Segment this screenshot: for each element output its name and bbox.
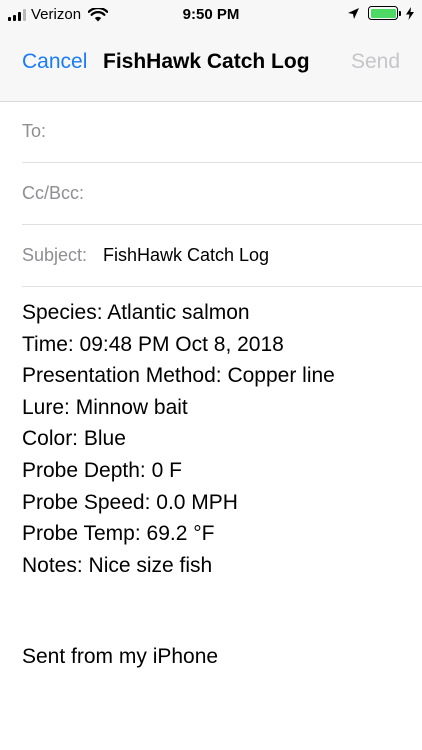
status-bar: Verizon 9:50 PM xyxy=(0,0,422,32)
body-line-notes: Notes: Nice size fish xyxy=(22,553,213,577)
battery-icon xyxy=(368,6,401,20)
cc-bcc-field[interactable]: Cc/Bcc: xyxy=(22,163,422,225)
signature: Sent from my iPhone xyxy=(22,645,219,668)
status-right xyxy=(347,6,414,20)
battery-fill xyxy=(370,8,396,18)
body-line-probe-depth: Probe Depth: 0 F xyxy=(22,458,182,482)
body-line-species: Species: Atlantic salmon xyxy=(22,301,250,324)
compose-title: FishHawk Catch Log xyxy=(103,50,310,73)
charging-bolt-icon xyxy=(406,6,414,20)
subject-value[interactable]: FishHawk Catch Log xyxy=(103,245,269,266)
send-button[interactable]: Send xyxy=(351,50,400,74)
body-line-probe-speed: Probe Speed: 0.0 MPH xyxy=(22,490,238,514)
compose-nav-bar: Cancel FishHawk Catch Log Send xyxy=(0,32,422,102)
to-field[interactable]: To: xyxy=(22,101,422,163)
cancel-button[interactable]: Cancel xyxy=(22,50,87,74)
body-line-lure: Lure: Minnow bait xyxy=(22,395,188,419)
to-label: To: xyxy=(22,121,47,141)
body-line-presentation-method: Presentation Method: Copper line xyxy=(22,364,335,388)
location-arrow-icon xyxy=(348,7,359,19)
subject-field[interactable]: Subject: FishHawk Catch Log xyxy=(22,225,422,287)
body-line-probe-temp: Probe Temp: 69.2 °F xyxy=(22,522,215,546)
subject-label: Subject: xyxy=(22,245,88,265)
body-line-color: Color: Blue xyxy=(22,427,126,451)
message-body[interactable]: Species: Atlantic salmon Time: 09:48 PM … xyxy=(22,297,412,581)
body-line-time: Time: 09:48 PM Oct 8, 2018 xyxy=(22,332,284,356)
cc-bcc-label: Cc/Bcc: xyxy=(22,183,85,203)
